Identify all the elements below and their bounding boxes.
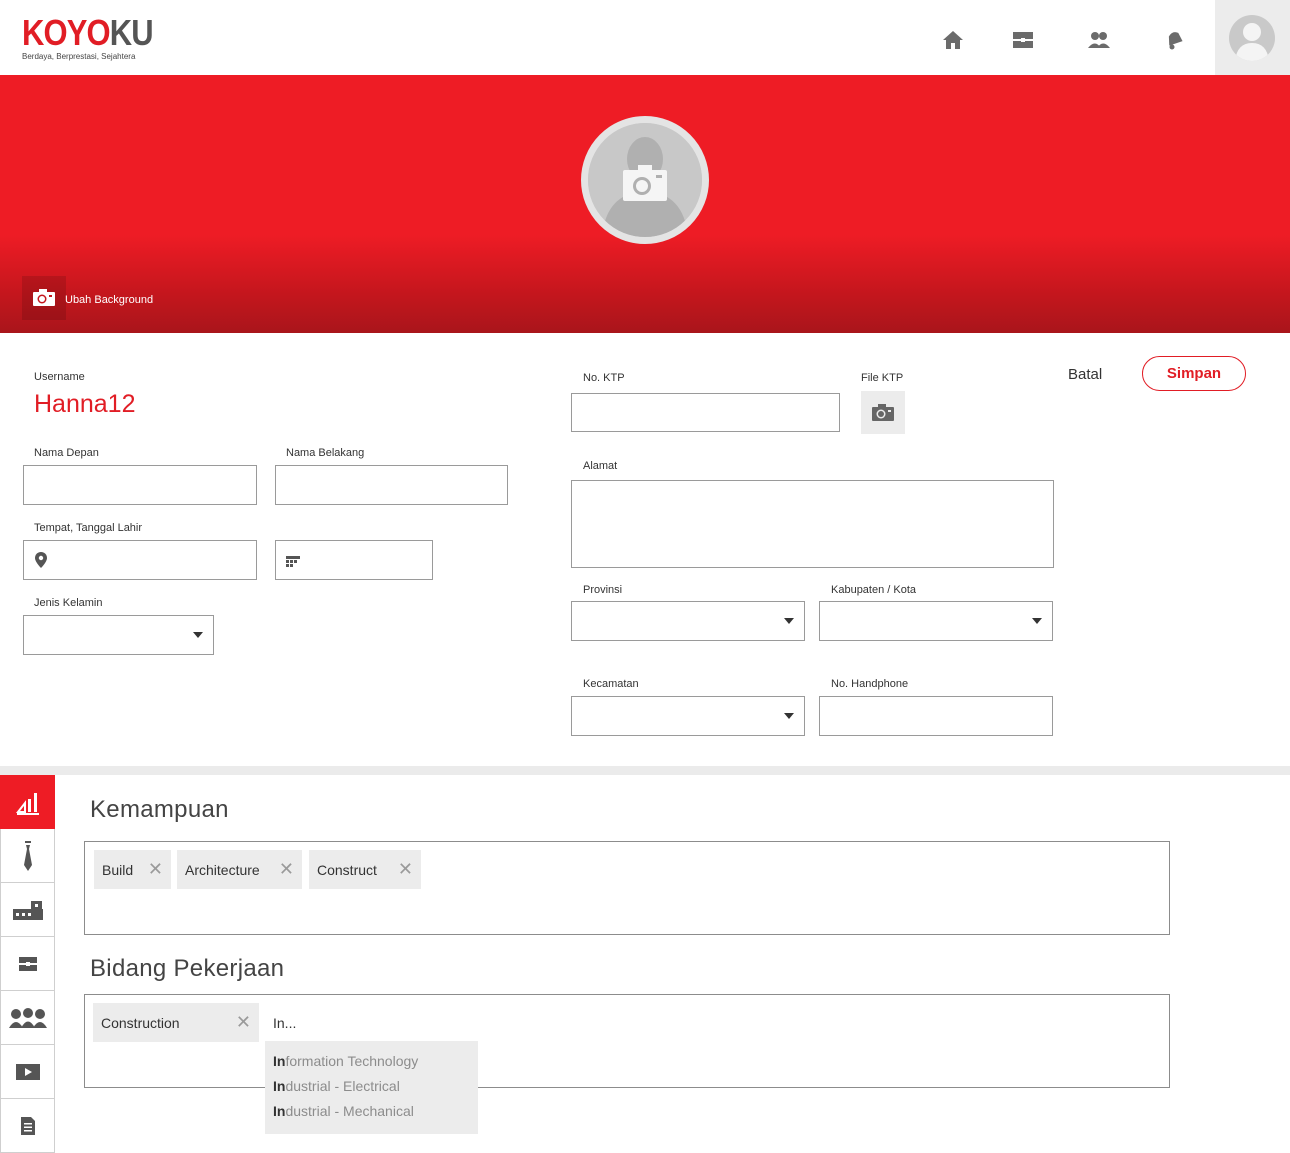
side-tab-bar <box>0 775 55 1153</box>
phone-field[interactable] <box>819 696 1053 736</box>
change-background-button[interactable] <box>22 276 66 320</box>
address-label: Alamat <box>583 460 618 472</box>
city-label: Kabupaten / Kota <box>831 584 917 596</box>
skill-tag: Build ✕ <box>94 850 171 889</box>
tab-company[interactable] <box>0 883 55 937</box>
phone-label: No. Handphone <box>831 678 909 690</box>
chevron-down-icon <box>193 632 203 638</box>
suggestion-rest: formation Technology <box>285 1053 419 1069</box>
camera-icon <box>872 403 894 421</box>
jobs-icon[interactable] <box>1009 26 1037 54</box>
tab-documents[interactable] <box>0 1099 55 1153</box>
camera-icon <box>33 289 55 306</box>
tab-jobs[interactable] <box>0 937 55 991</box>
suggestion-match: In <box>273 1103 286 1119</box>
fields-typed-text[interactable]: In... <box>273 1015 296 1031</box>
cancel-button[interactable]: Batal <box>1068 366 1102 383</box>
skill-tag: Architecture ✕ <box>177 850 302 889</box>
document-icon <box>20 1116 35 1135</box>
profile-photo[interactable] <box>581 116 709 244</box>
birth-date-field[interactable] <box>275 540 433 580</box>
skill-tag-label: Build <box>102 861 134 878</box>
brand-tagline: Berdaya, Berprestasi, Sejahtera <box>22 52 136 61</box>
home-icon[interactable] <box>939 26 967 54</box>
suggestion-rest: dustrial - Mechanical <box>285 1103 414 1119</box>
skills-tag-input[interactable]: Build ✕ Architecture ✕ Construct ✕ <box>84 841 1170 935</box>
people-icon[interactable] <box>1085 26 1113 54</box>
user-avatar-button[interactable] <box>1215 0 1290 75</box>
suggestion-rest: dustrial - Electrical <box>285 1078 400 1094</box>
suggestion-item[interactable]: Industrial - Electrical <box>265 1076 478 1101</box>
tab-groups[interactable] <box>0 991 55 1045</box>
close-icon[interactable]: ✕ <box>398 859 413 879</box>
profile-silhouette-icon <box>588 123 702 237</box>
close-icon[interactable]: ✕ <box>279 859 294 879</box>
skills-chart-icon <box>15 792 39 815</box>
city-select[interactable] <box>819 601 1053 641</box>
profile-banner: Ubah Background <box>0 75 1290 333</box>
skill-tag: Construct ✕ <box>309 850 421 889</box>
section-divider <box>0 766 1290 775</box>
ktp-file-label: File KTP <box>861 372 904 384</box>
ktp-file-upload-button[interactable] <box>861 391 905 434</box>
user-avatar-icon <box>1229 15 1275 61</box>
district-select[interactable] <box>571 696 805 736</box>
field-tag: Construction ✕ <box>93 1003 259 1042</box>
suggestion-match: In <box>273 1053 286 1069</box>
suggestion-item[interactable]: Information Technology <box>265 1051 478 1076</box>
brand-logo[interactable]: KOYOKU <box>22 12 154 53</box>
chevron-down-icon <box>784 618 794 624</box>
gender-label: Jenis Kelamin <box>34 597 103 609</box>
briefcase-icon <box>18 956 37 971</box>
first-name-label: Nama Depan <box>34 447 99 459</box>
ktp-number-field[interactable] <box>571 393 840 432</box>
gender-select[interactable] <box>23 615 214 655</box>
field-tag-label: Construction <box>101 1014 180 1031</box>
first-name-field[interactable] <box>23 465 257 505</box>
calendar-icon <box>286 556 300 567</box>
tab-experience[interactable] <box>0 829 55 883</box>
last-name-label: Nama Belakang <box>286 447 365 459</box>
logo-red-part: KOYO <box>22 12 111 53</box>
username-label: Username <box>34 371 85 383</box>
address-field[interactable] <box>571 480 1054 568</box>
province-select[interactable] <box>571 601 805 641</box>
camera-icon <box>623 165 667 201</box>
birth-label: Tempat, Tanggal Lahir <box>34 522 143 534</box>
tab-media[interactable] <box>0 1045 55 1099</box>
skill-tag-label: Architecture <box>185 861 260 878</box>
notification-bell-icon[interactable] <box>1161 26 1189 54</box>
autocomplete-dropdown: Information Technology Industrial - Elec… <box>265 1041 478 1134</box>
close-icon[interactable]: ✕ <box>236 1012 251 1032</box>
last-name-field[interactable] <box>275 465 508 505</box>
suggestion-item[interactable]: Industrial - Mechanical <box>265 1101 478 1126</box>
chevron-down-icon <box>1032 618 1042 624</box>
video-icon <box>15 1063 40 1080</box>
district-label: Kecamatan <box>583 678 639 690</box>
chevron-down-icon <box>784 713 794 719</box>
fields-tag-input[interactable]: Construction ✕ <box>84 994 1170 1088</box>
birth-place-field[interactable] <box>23 540 257 580</box>
location-pin-icon <box>35 552 47 568</box>
fields-section-title: Bidang Pekerjaan <box>90 955 285 982</box>
suggestion-match: In <box>273 1078 286 1094</box>
close-icon[interactable]: ✕ <box>148 859 163 879</box>
ktp-label: No. KTP <box>583 372 625 384</box>
skill-tag-label: Construct <box>317 861 377 878</box>
save-button[interactable]: Simpan <box>1142 356 1246 391</box>
top-navbar: KOYOKU Berdaya, Berprestasi, Sejahtera <box>0 0 1290 75</box>
change-background-label[interactable]: Ubah Background <box>65 294 153 306</box>
skills-section-title: Kemampuan <box>90 796 229 823</box>
username-value: Hanna12 <box>34 390 136 418</box>
tab-skills[interactable] <box>0 775 55 829</box>
logo-gray-part: KU <box>109 12 154 53</box>
building-icon <box>12 900 43 920</box>
group-icon <box>8 1007 47 1028</box>
province-label: Provinsi <box>583 584 623 596</box>
tie-icon <box>23 840 32 871</box>
